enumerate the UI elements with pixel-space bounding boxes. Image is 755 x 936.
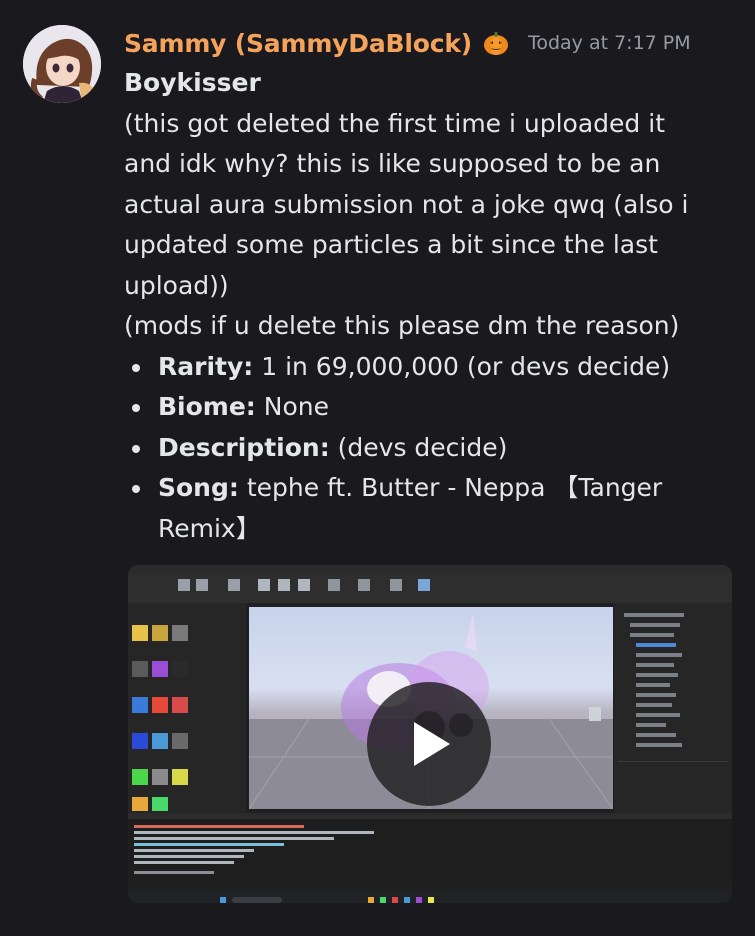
- video-thumbnail-taskbar: [128, 891, 732, 903]
- message-title: Boykisser: [124, 68, 261, 97]
- detail-value-continued: Remix】: [158, 513, 261, 543]
- list-item: Song: tephe ft. Butter - Neppa 【Tanger R…: [124, 468, 724, 549]
- detail-value: (devs decide): [337, 432, 508, 462]
- list-item: Rarity: 1 in 69,000,000 (or devs decide): [124, 347, 724, 388]
- avatar-image: [23, 25, 101, 103]
- message-line: actual aura submission not a joke qwq (a…: [124, 189, 689, 219]
- message-line: and idk why? this is like supposed to be…: [124, 149, 661, 178]
- play-icon: [414, 722, 450, 766]
- video-embed[interactable]: [128, 565, 732, 903]
- detail-value: 1 in 69,000,000 (or devs decide): [261, 351, 671, 381]
- video-thumbnail-output: [128, 813, 732, 879]
- author-name[interactable]: Sammy (SammyDaBlock): [124, 29, 472, 58]
- play-button[interactable]: [367, 682, 491, 806]
- list-item: Description: (devs decide): [124, 428, 724, 469]
- message-line: upload)): [124, 270, 229, 300]
- video-thumbnail-ribbon: [128, 573, 732, 603]
- detail-key: Song:: [158, 473, 239, 502]
- detail-key: Description:: [158, 432, 330, 462]
- detail-key: Rarity:: [158, 351, 254, 381]
- message-header: Sammy (SammyDaBlock) Today at 7:17 PM: [124, 24, 691, 62]
- message-line: updated some particles a bit since the l…: [124, 230, 658, 259]
- message-timestamp: Today at 7:17 PM: [527, 32, 691, 54]
- detail-value: tephe ft. Butter - Neppa 【Tanger: [246, 473, 663, 502]
- detail-value: None: [263, 392, 329, 421]
- video-thumbnail-toolbox: [128, 603, 246, 813]
- message-line: (this got deleted the first time i uploa…: [124, 108, 665, 138]
- video-thumbnail-explorer: [614, 603, 732, 813]
- detail-key: Biome:: [158, 392, 256, 421]
- details-list: Rarity: 1 in 69,000,000 (or devs decide)…: [124, 347, 724, 550]
- message-content: Boykisser (this got deleted the first ti…: [124, 63, 724, 549]
- pumpkin-icon: [482, 29, 510, 57]
- avatar[interactable]: [23, 25, 101, 103]
- chat-message: Sammy (SammyDaBlock) Today at 7:17 PM Bo…: [0, 0, 755, 936]
- message-line: (mods if u delete this please dm the rea…: [124, 311, 680, 340]
- list-item: Biome: None: [124, 387, 724, 428]
